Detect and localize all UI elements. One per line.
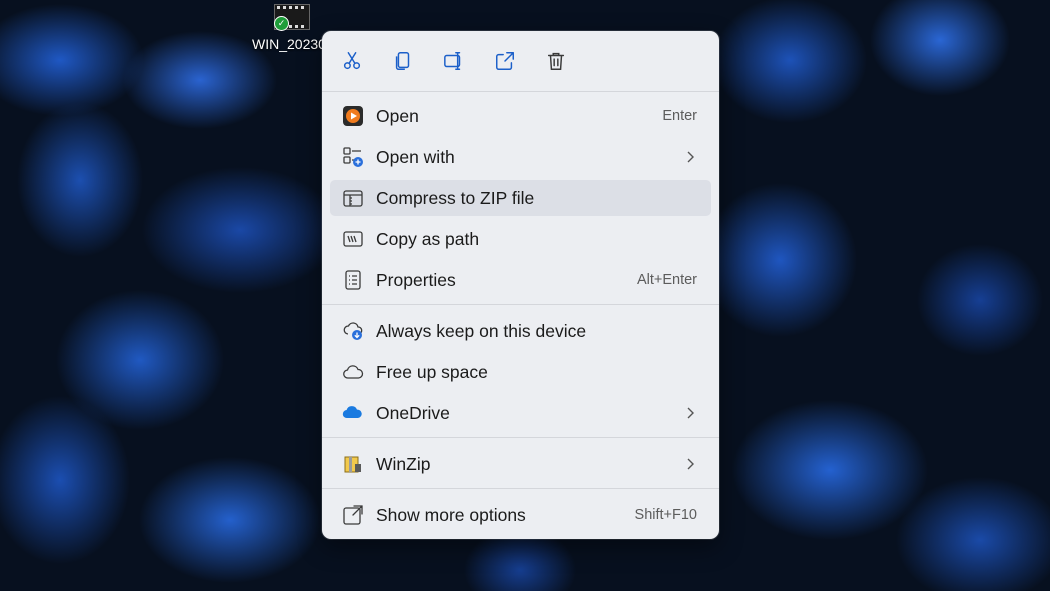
desktop-file-label: WIN_20230 [252,36,326,52]
delete-button[interactable] [539,45,573,77]
menu-item-label: Compress to ZIP file [376,188,535,208]
context-menu: Open Enter Open with Compress to ZIP fil… [322,31,719,539]
menu-item-label: Open [376,106,419,126]
menu-item-onedrive[interactable]: OneDrive [330,395,711,431]
menu-item-show-more-options[interactable]: Show more options Shift+F10 [330,497,711,533]
menu-item-shortcut: Alt+Enter [636,272,697,288]
menu-item-label: OneDrive [376,403,450,423]
menu-separator [322,304,719,305]
open-with-icon [342,146,364,168]
menu-item-shortcut: Shift+F10 [634,507,697,523]
menu-separator [322,488,719,489]
scissors-icon [343,52,361,70]
chevron-right-icon [687,151,694,163]
menu-item-label: WinZip [376,454,431,474]
rename-icon [444,52,461,70]
menu-item-label: Free up space [376,362,488,382]
menu-item-open[interactable]: Open Enter [330,98,711,134]
context-menu-toolbar [322,31,719,91]
sync-check-icon: ✓ [274,16,289,31]
desktop-video-file[interactable]: ✓ WIN_20230 [252,2,332,54]
trash-icon [547,52,565,70]
media-player-icon [342,105,364,127]
menu-item-always-keep[interactable]: Always keep on this device [330,313,711,349]
copy-button[interactable] [386,45,420,77]
share-icon [496,52,514,70]
menu-item-properties[interactable]: Properties Alt+Enter [330,262,711,298]
copy-path-icon [342,228,364,250]
share-button[interactable] [488,45,522,77]
menu-separator [322,91,719,92]
menu-item-label: Show more options [376,505,526,525]
menu-item-shortcut: Enter [662,108,697,124]
chevron-right-icon [687,407,694,419]
cloud-outline-icon [342,361,364,383]
cut-button[interactable] [335,45,369,77]
menu-item-label: Copy as path [376,229,480,249]
menu-item-open-with[interactable]: Open with [330,139,711,175]
menu-item-free-up-space[interactable]: Free up space [330,354,711,390]
zip-folder-icon [342,187,364,209]
rename-button[interactable] [437,45,471,77]
menu-item-copy-as-path[interactable]: Copy as path [330,221,711,257]
menu-item-winzip[interactable]: WinZip [330,446,711,482]
properties-icon [342,269,364,291]
chevron-right-icon [687,458,694,470]
cloud-keep-icon [342,320,364,342]
show-more-icon [342,504,364,526]
copy-icon [395,52,410,70]
menu-item-label: Open with [376,147,455,167]
menu-item-label: Properties [376,270,456,290]
menu-item-label: Always keep on this device [376,321,587,341]
winzip-icon [342,453,364,475]
onedrive-icon [342,402,364,424]
menu-separator [322,437,719,438]
menu-item-compress-zip[interactable]: Compress to ZIP file [330,180,711,216]
